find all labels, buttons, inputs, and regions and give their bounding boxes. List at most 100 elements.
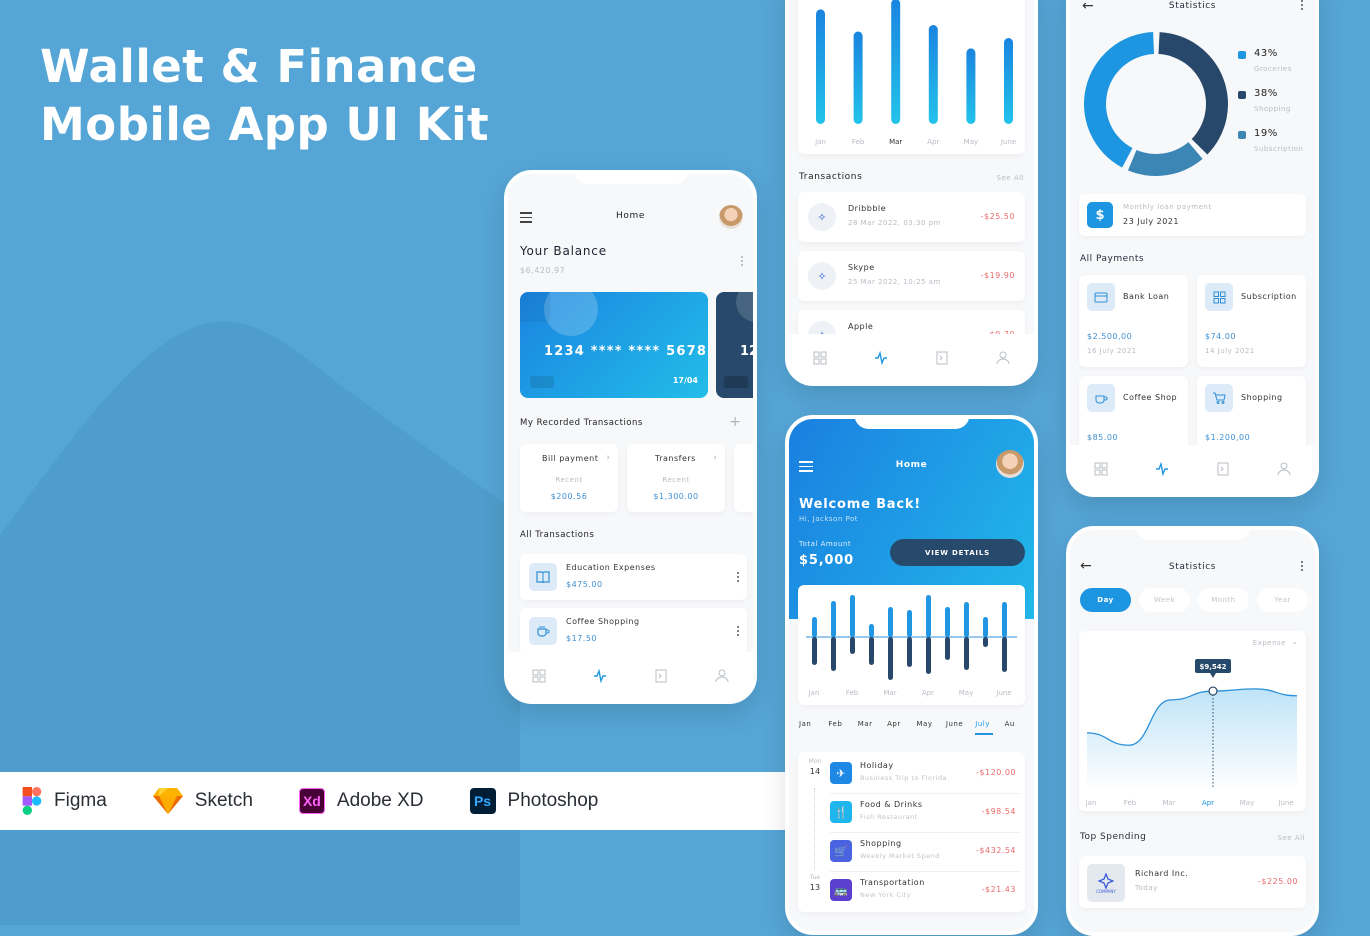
expense-bar[interactable]: [869, 637, 874, 665]
expense-bar[interactable]: [1002, 637, 1007, 672]
nav-user-icon[interactable]: [1276, 461, 1292, 477]
bar[interactable]: [966, 48, 976, 124]
daily-transaction-row[interactable]: 🍴 Food & Drinks Fish Restaurant -$98.54: [830, 799, 1020, 833]
bar[interactable]: [816, 9, 825, 124]
phone-notch: [1135, 530, 1250, 540]
nav-grid-icon[interactable]: [812, 350, 828, 366]
month-tab[interactable]: Mar: [858, 720, 887, 740]
bar[interactable]: [928, 25, 938, 124]
expense-dropdown[interactable]: Expense: [1253, 639, 1286, 647]
donut-slice[interactable]: [1127, 142, 1203, 176]
period-tab[interactable]: Month: [1198, 588, 1249, 612]
legend-swatch: [1238, 131, 1246, 139]
nav-wallet-icon[interactable]: [934, 350, 950, 366]
daily-transaction-row[interactable]: ✈ Holiday Business Trip to Florida -$120.00: [830, 760, 1020, 794]
avatar[interactable]: [719, 205, 743, 229]
nav-user-icon[interactable]: [714, 668, 730, 684]
tools-bar: Figma Sketch Xd Adobe XD Ps Photoshop: [0, 772, 790, 830]
chevron-down-icon[interactable]: ⌄: [1291, 637, 1298, 646]
nav-user-icon[interactable]: [995, 350, 1011, 366]
month-tab[interactable]: July: [975, 720, 1004, 740]
more-icon[interactable]: [737, 626, 739, 636]
see-all-link[interactable]: See All: [997, 174, 1024, 182]
transaction-row[interactable]: Education Expenses $475.00: [520, 554, 747, 600]
expense-bar[interactable]: [964, 637, 969, 670]
income-bar[interactable]: [869, 624, 874, 637]
expense-bar[interactable]: [888, 637, 893, 680]
top-spending-row[interactable]: COMPANY Richard Inc. Today -$225.00: [1079, 856, 1306, 908]
transaction-row[interactable]: ✧ Dribbble 28 Mar 2022, 03:30 pm -$25.50: [798, 192, 1025, 242]
income-bar[interactable]: [926, 595, 931, 637]
expense-bar[interactable]: [850, 637, 855, 654]
month-tab[interactable]: Au: [1005, 720, 1034, 740]
cart-icon: 🛒: [830, 840, 852, 862]
expense-bar[interactable]: [983, 637, 988, 647]
expense-bar[interactable]: [945, 637, 950, 660]
income-bar[interactable]: [850, 595, 855, 637]
transaction-amount: -$19.90: [980, 271, 1015, 280]
more-icon[interactable]: [741, 256, 743, 266]
bar[interactable]: [891, 0, 901, 124]
transaction-sub: Fish Restaurant: [860, 813, 918, 821]
income-bar[interactable]: [945, 607, 950, 637]
hero-title-line2: Mobile App UI Kit: [40, 98, 490, 151]
recorded-card-partial[interactable]: [734, 444, 753, 512]
bar[interactable]: [1004, 38, 1013, 124]
period-tab[interactable]: Day: [1080, 588, 1131, 612]
expense-bar[interactable]: [812, 637, 817, 665]
recorded-card[interactable]: Bill payment › Recent $200.56: [520, 444, 618, 512]
add-icon[interactable]: +: [729, 414, 741, 430]
nav-wallet-icon[interactable]: [1215, 461, 1231, 477]
transaction-row[interactable]: ✧ Skype 25 Mar 2022, 10:25 am -$19.90: [798, 251, 1025, 301]
donut-slice[interactable]: [1158, 32, 1228, 155]
transaction-row[interactable]: Coffee Shopping $17.50: [520, 608, 747, 654]
month-tab[interactable]: Feb: [828, 720, 857, 740]
bank-card-secondary[interactable]: 12: [716, 292, 753, 398]
month-tab[interactable]: Jan: [799, 720, 828, 740]
more-icon[interactable]: [737, 572, 739, 582]
bank-card[interactable]: 1234 **** **** 5678 17/04: [520, 292, 708, 398]
expense-bar[interactable]: [907, 637, 912, 667]
nav-activity-icon[interactable]: [592, 668, 608, 684]
payment-card[interactable]: Bank Loan $2.500,00 16 July 2021: [1079, 275, 1188, 367]
month-tab[interactable]: June: [946, 720, 975, 740]
income-bar[interactable]: [983, 617, 988, 637]
legend-swatch: [1238, 91, 1246, 99]
recorded-card[interactable]: Transfers › Recent $1,300.00: [627, 444, 725, 512]
view-details-button[interactable]: VIEW DETAILS: [890, 539, 1025, 566]
nav-activity-icon[interactable]: [1154, 461, 1170, 477]
bus-icon: 🚌: [830, 879, 852, 901]
marker-point[interactable]: [1208, 686, 1218, 696]
more-icon[interactable]: [1301, 0, 1303, 10]
month-tab[interactable]: May: [917, 720, 946, 740]
bar[interactable]: [853, 31, 863, 125]
payment-card[interactable]: Subscription $74.00 14 July 2021: [1197, 275, 1306, 367]
income-bar[interactable]: [831, 601, 836, 637]
coffee-icon: [529, 617, 557, 645]
income-bar[interactable]: [964, 602, 969, 637]
transaction-name: Transportation: [860, 878, 925, 887]
income-bar[interactable]: [812, 617, 817, 637]
x-tick-label: May: [1240, 799, 1254, 807]
expense-bar[interactable]: [926, 637, 931, 674]
nav-activity-icon[interactable]: [873, 350, 889, 366]
daily-transaction-row[interactable]: 🚌 Transportation New York City -$21.43: [830, 877, 1020, 911]
daily-transaction-row[interactable]: 🛒 Shopping Weekly Market Spend -$432.54: [830, 838, 1020, 872]
nav-grid-icon[interactable]: [1093, 461, 1109, 477]
card-number: 1234 **** **** 5678: [544, 344, 708, 359]
income-bar[interactable]: [888, 607, 893, 637]
loan-card[interactable]: $ Monthly loan payment 23 July 2021: [1079, 194, 1306, 236]
income-bar[interactable]: [1002, 602, 1007, 637]
donut-slice[interactable]: [1084, 32, 1155, 168]
expense-bar[interactable]: [831, 637, 836, 671]
nav-grid-icon[interactable]: [531, 668, 547, 684]
avatar[interactable]: [996, 450, 1024, 478]
daily-transactions-card: Mon 14 Tue 13 ✈ Holiday Business Trip to Flori…: [798, 752, 1025, 912]
more-icon[interactable]: [1301, 561, 1303, 571]
nav-wallet-icon[interactable]: [653, 668, 669, 684]
period-tab[interactable]: Week: [1139, 588, 1190, 612]
month-tab[interactable]: Apr: [887, 720, 916, 740]
see-all-link[interactable]: See All: [1278, 834, 1305, 842]
income-bar[interactable]: [907, 610, 912, 637]
period-tab[interactable]: Year: [1257, 588, 1308, 612]
